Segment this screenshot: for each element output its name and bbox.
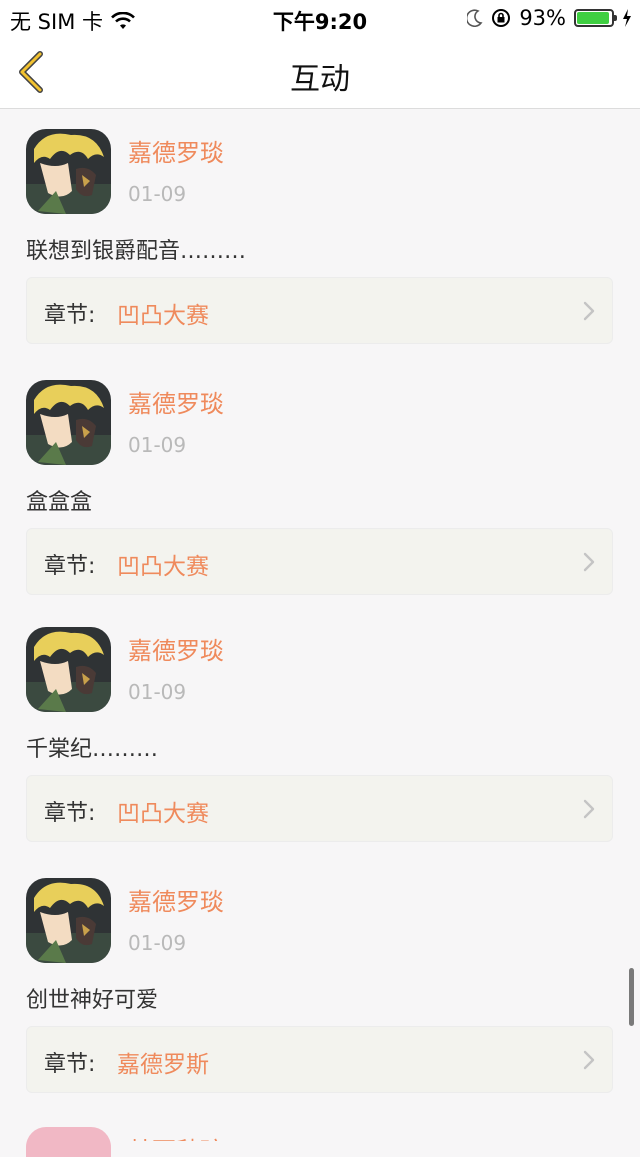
battery-tip bbox=[614, 15, 617, 21]
battery-percent: 93% bbox=[519, 6, 566, 30]
comment-date: 01-09 bbox=[128, 931, 187, 955]
avatar-image bbox=[26, 129, 111, 214]
chapter-link[interactable]: 章节: 凹凸大赛 bbox=[26, 775, 613, 842]
comment-item: 嘉德罗琰 01-09 联想到银爵配音……… 章节: 凹凸大赛 bbox=[0, 109, 640, 359]
avatar[interactable] bbox=[26, 129, 111, 214]
comment-text: 盒盒盒 bbox=[26, 490, 93, 515]
chapter-link[interactable]: 章节: 凹凸大赛 bbox=[26, 277, 613, 344]
avatar[interactable] bbox=[26, 380, 111, 465]
comment-item: 嘉德罗琰 01-09 盒盒盒 章节: 凹凸大赛 bbox=[0, 360, 640, 610]
orientation-lock-icon bbox=[492, 9, 511, 27]
user-name[interactable]: 嘉德罗琰 bbox=[128, 631, 224, 666]
chapter-link[interactable]: 章节: 嘉德罗斯 bbox=[26, 1026, 613, 1093]
comment-text: 千棠纪……… bbox=[26, 737, 159, 762]
chapter-label: 章节: bbox=[44, 801, 96, 826]
comment-item: 嘉德罗琰 01-09 千棠纪……… 章节: 凹凸大赛 bbox=[0, 607, 640, 857]
user-name[interactable]: 嘉德罗琰 bbox=[128, 882, 224, 917]
comment-list[interactable]: 嘉德罗琰 01-09 联想到银爵配音……… 章节: 凹凸大赛 嘉德罗琰 01-0… bbox=[0, 109, 640, 1139]
chapter-link[interactable]: 章节: 凹凸大赛 bbox=[26, 528, 613, 595]
page-title: 互动 bbox=[290, 62, 350, 97]
chapter-label: 章节: bbox=[44, 1052, 96, 1077]
avatar[interactable] bbox=[26, 1127, 111, 1157]
avatar-image bbox=[26, 380, 111, 465]
user-name[interactable]: 嘉德罗琰 bbox=[128, 133, 224, 168]
chapter-title: 凹凸大赛 bbox=[117, 303, 209, 329]
charging-bolt-icon bbox=[623, 9, 631, 27]
nav-bar: 互动 bbox=[0, 36, 640, 109]
avatar[interactable] bbox=[26, 627, 111, 712]
scrollbar[interactable] bbox=[629, 968, 634, 1026]
chevron-right-icon bbox=[583, 1050, 595, 1070]
chapter-title: 凹凸大赛 bbox=[117, 554, 209, 580]
status-bar: 无 SIM 卡 下午9:20 93% bbox=[0, 0, 640, 36]
avatar-image bbox=[26, 878, 111, 963]
comment-item: 嘉德罗琰 01-09 创世神好可爱 章节: 嘉德罗斯 bbox=[0, 858, 640, 1108]
comment-date: 01-09 bbox=[128, 433, 187, 457]
moon-icon bbox=[467, 9, 483, 27]
battery-level bbox=[577, 12, 609, 24]
chapter-title: 嘉德罗斯 bbox=[117, 1052, 209, 1078]
avatar[interactable] bbox=[26, 878, 111, 963]
chevron-right-icon bbox=[583, 552, 595, 572]
user-name[interactable]: 嘉德罗琰 bbox=[128, 384, 224, 419]
chevron-right-icon bbox=[583, 799, 595, 819]
comment-text: 联想到银爵配音……… bbox=[26, 239, 247, 264]
battery-icon bbox=[574, 9, 617, 27]
avatar-image bbox=[26, 627, 111, 712]
chapter-label: 章节: bbox=[44, 303, 96, 328]
chapter-label: 章节: bbox=[44, 554, 96, 579]
comment-date: 01-09 bbox=[128, 182, 187, 206]
user-name[interactable]: 某西秋琼 bbox=[128, 1131, 224, 1141]
comment-text: 创世神好可爱 bbox=[26, 988, 159, 1013]
comment-date: 01-09 bbox=[128, 680, 187, 704]
status-right: 93% bbox=[467, 6, 632, 30]
chapter-title: 凹凸大赛 bbox=[117, 801, 209, 827]
chevron-right-icon bbox=[583, 301, 595, 321]
